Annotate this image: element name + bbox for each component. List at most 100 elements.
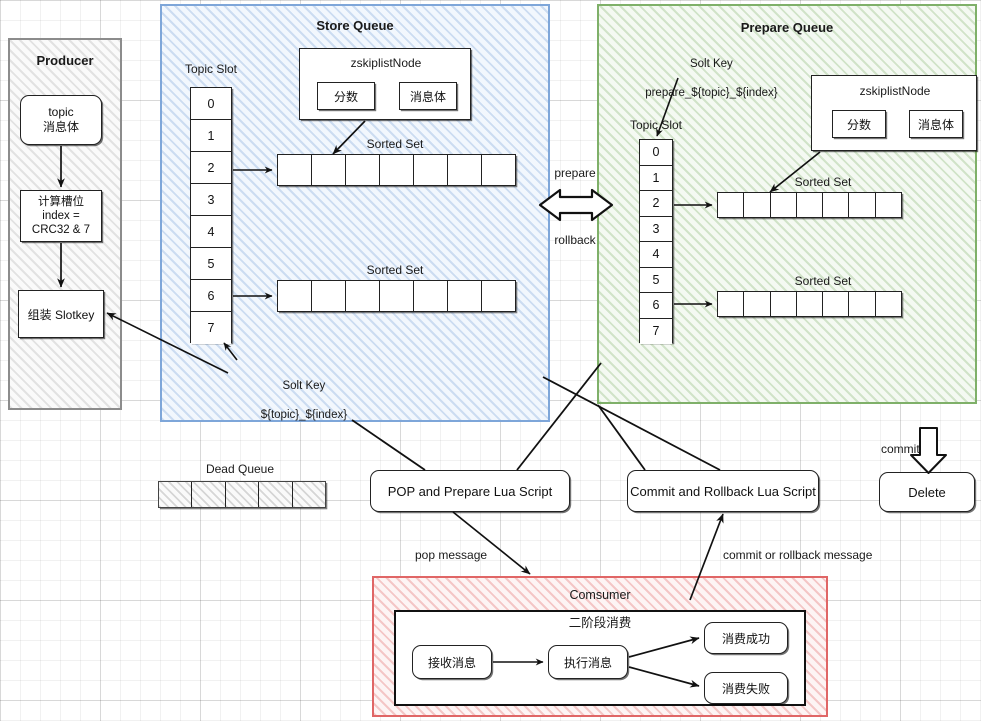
- store-zskiplist-score-label: 分数: [333, 89, 358, 104]
- sorted-set-cell: [744, 193, 771, 217]
- consumer-outcome-success-label: 消费成功: [721, 631, 770, 646]
- prepare-zskiplist-score: 分数: [832, 110, 886, 138]
- producer-step-assemble-slotkey: 组装 Slotkey: [18, 290, 104, 338]
- prepare-sorted-set-2-label: Sorted Set: [794, 274, 852, 288]
- store-slot-5: 5: [191, 248, 231, 280]
- store-sorted-set-1: [277, 154, 516, 186]
- store-topic-slot-column: 0 1 2 3 4 5 6 7: [190, 87, 232, 344]
- producer-step-topic-line1: topic: [48, 105, 74, 120]
- sorted-set-cell: [278, 281, 312, 311]
- store-sorted-set-1-label: Sorted Set: [366, 137, 424, 151]
- store-zskiplist-body-label: 消息体: [409, 89, 446, 104]
- sorted-set-cell: [414, 155, 448, 185]
- pop-message-edge-label: pop message: [415, 548, 488, 562]
- sorted-set-cell: [823, 292, 850, 316]
- pop-and-prepare-lua-script: POP and Prepare Lua Script: [370, 470, 570, 512]
- sorted-set-cell: [718, 193, 745, 217]
- sorted-set-cell: [823, 193, 850, 217]
- sorted-set-cell: [482, 281, 515, 311]
- store-solt-key-label: Solt Key ${topic}_${index}: [205, 365, 390, 437]
- store-slot-1: 1: [191, 120, 231, 152]
- delete-label: Delete: [908, 484, 946, 500]
- sorted-set-cell: [482, 155, 515, 185]
- commit-or-rollback-edge-label: commit or rollback message: [723, 548, 873, 562]
- consumer-title: Comsumer: [569, 588, 631, 602]
- consumer-step-execute: 执行消息: [548, 645, 628, 679]
- sorted-set-cell: [797, 193, 824, 217]
- prepare-slot-4: 4: [640, 242, 672, 268]
- store-slot-0: 0: [191, 88, 231, 120]
- sorted-set-cell: [849, 292, 876, 316]
- assemble-slotkey-label: 组装 Slotkey: [27, 307, 95, 322]
- prepare-sorted-set-1-label: Sorted Set: [794, 175, 852, 189]
- commit-and-rollback-lua-script-label: Commit and Rollback Lua Script: [630, 483, 816, 499]
- calc-slot-line1: 计算槽位: [37, 195, 84, 208]
- store-topic-slot-label: Topic Slot: [184, 62, 238, 76]
- store-slot-6: 6: [191, 280, 231, 312]
- dead-queue-cell: [225, 482, 260, 507]
- prepare-slot-1: 1: [640, 165, 672, 191]
- store-slot-7: 7: [191, 312, 231, 344]
- store-slot-4: 4: [191, 216, 231, 248]
- prepare-solt-key-line1: Solt Key: [689, 58, 733, 71]
- prepare-slot-5: 5: [640, 267, 672, 293]
- prepare-zskiplistnode: zskiplistNode 分数 消息体: [811, 75, 977, 151]
- prepare-slot-3: 3: [640, 216, 672, 242]
- consumer-step-execute-label: 执行消息: [563, 655, 612, 670]
- sorted-set-cell: [718, 292, 745, 316]
- pop-and-prepare-lua-script-label: POP and Prepare Lua Script: [387, 483, 553, 499]
- prepare-slot-6: 6: [640, 293, 672, 319]
- store-zskiplist-body: 消息体: [399, 82, 457, 110]
- prepare-solt-key-line2: prepare_${topic}_${index}: [645, 87, 778, 100]
- prepare-zskiplist-score-label: 分数: [846, 117, 871, 132]
- sorted-set-cell: [312, 155, 346, 185]
- producer-step-topic-line2: 消息体: [42, 120, 79, 134]
- sorted-set-cell: [797, 292, 824, 316]
- dead-queue-cell: [159, 482, 193, 507]
- producer-step-calc-slot: 计算槽位 index = CRC32 & 7: [20, 190, 102, 242]
- sorted-set-cell: [346, 281, 380, 311]
- prepare-zskiplistnode-title: zskiplistNode: [859, 84, 931, 98]
- dead-queue-cell: [259, 482, 293, 507]
- sorted-set-cell: [414, 281, 448, 311]
- sorted-set-cell: [380, 155, 414, 185]
- consumer-outcome-failure: 消费失败: [704, 672, 788, 704]
- dead-queue-label: Dead Queue: [205, 462, 275, 476]
- prepare-topic-slot-label: Topic Slot: [629, 118, 683, 132]
- store-sorted-set-2: [277, 280, 516, 312]
- store-slot-3: 3: [191, 184, 231, 216]
- producer-title: Producer: [36, 53, 94, 68]
- dead-queue-cell: [192, 482, 226, 507]
- store-zskiplist-score: 分数: [317, 82, 375, 110]
- sorted-set-cell: [448, 281, 482, 311]
- store-zskiplistnode: zskiplistNode 分数 消息体: [299, 48, 471, 120]
- sorted-set-cell: [771, 292, 797, 316]
- consumer-step-receive: 接收消息: [412, 645, 492, 679]
- prepare-topic-slot-column: 0 1 2 3 4 5 6 7: [639, 139, 673, 344]
- consumer-outcome-success: 消费成功: [704, 622, 788, 654]
- prepare-slot-0: 0: [640, 140, 672, 166]
- store-sorted-set-2-label: Sorted Set: [366, 263, 424, 277]
- sorted-set-cell: [278, 155, 312, 185]
- prepare-sorted-set-1: [717, 192, 902, 218]
- dead-queue-strip: [158, 481, 326, 508]
- store-slot-2: 2: [191, 152, 231, 184]
- prepare-slot-7: 7: [640, 318, 672, 344]
- store-queue-title: Store Queue: [316, 18, 394, 33]
- sorted-set-cell: [876, 292, 901, 316]
- consumer-outcome-failure-label: 消费失败: [721, 681, 770, 696]
- prepare-slot-2: 2: [640, 191, 672, 217]
- consumer-step-receive-label: 接收消息: [427, 655, 476, 670]
- commit-and-rollback-lua-script: Commit and Rollback Lua Script: [627, 470, 819, 512]
- delete-box: Delete: [879, 472, 975, 512]
- diagram-canvas: Producer topic 消息体 计算槽位 index = CRC32 & …: [0, 0, 981, 721]
- calc-slot-line3: CRC32 & 7: [31, 224, 91, 236]
- sorted-set-cell: [448, 155, 482, 185]
- sorted-set-cell: [771, 193, 797, 217]
- sorted-set-cell: [312, 281, 346, 311]
- prepare-zskiplist-body: 消息体: [909, 110, 963, 138]
- prepare-queue-title: Prepare Queue: [740, 20, 834, 35]
- sorted-set-cell: [744, 292, 771, 316]
- store-solt-key-line2: ${topic}_${index}: [260, 409, 348, 422]
- prepare-solt-key-label: Solt Key prepare_${topic}_${index}: [605, 43, 805, 115]
